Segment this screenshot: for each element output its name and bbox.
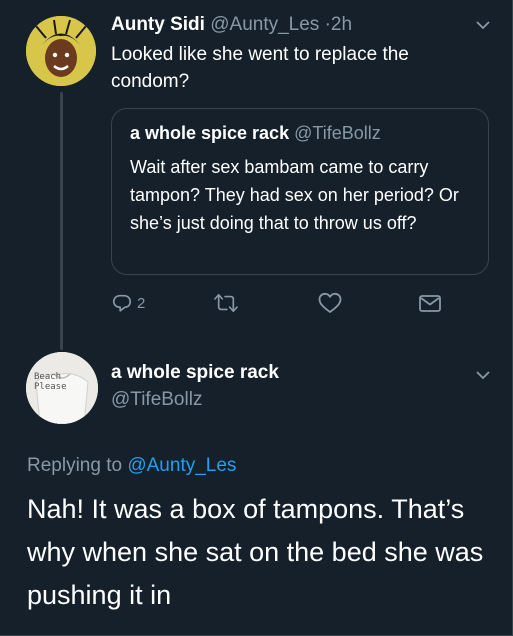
- replying-to-mention[interactable]: @Aunty_Les: [127, 455, 236, 476]
- quoted-header: a whole spice rack @TifeBollz: [130, 123, 381, 144]
- retweet-button[interactable]: [214, 292, 238, 314]
- timeline: Aunty Sidi @Aunty_Les ·2h Looked like sh…: [0, 0, 513, 636]
- quoted-author-handle: @TifeBollz: [294, 123, 381, 143]
- quoted-tweet[interactable]: a whole spice rack @TifeBollz Wait after…: [111, 108, 489, 275]
- replying-prefix: Replying to: [27, 455, 123, 476]
- chevron-down-icon[interactable]: [476, 21, 490, 33]
- tweet-time[interactable]: 2h: [331, 14, 352, 35]
- tweet-header: Aunty Sidi @Aunty_Les ·2h: [111, 14, 352, 36]
- like-button[interactable]: [318, 292, 342, 314]
- share-button[interactable]: [418, 292, 442, 314]
- avatar-shirt-text: Beach Please: [34, 372, 67, 392]
- author-name[interactable]: Aunty Sidi: [111, 14, 205, 35]
- reply-button[interactable]: 2: [111, 292, 145, 314]
- reply-author-name[interactable]: a whole spice rack: [111, 362, 279, 384]
- like-icon: [318, 292, 342, 313]
- avatar-spice-rack[interactable]: Beach Please: [26, 352, 98, 424]
- quoted-text: Wait after sex bambam came to carry tamp…: [130, 157, 459, 233]
- tweet-text: Looked like she went to replace the cond…: [111, 44, 409, 92]
- author-handle[interactable]: @Aunty_Les: [210, 14, 319, 35]
- reply-icon: [112, 294, 132, 312]
- avatar-image: [26, 16, 96, 86]
- retweet-icon: [214, 293, 238, 313]
- share-icon: [419, 295, 441, 312]
- avatar-aunty-sidi[interactable]: [26, 16, 96, 86]
- reply-author-handle[interactable]: @TifeBollz: [111, 389, 202, 411]
- chevron-down-icon[interactable]: [476, 371, 490, 383]
- reply-count: 2: [137, 294, 146, 312]
- thread-line: [60, 92, 63, 350]
- reply-text: Nah! It was a box of tampons. That’s why…: [27, 494, 484, 610]
- replying-to: Replying to @Aunty_Les: [27, 455, 236, 477]
- quoted-author-name: a whole spice rack: [130, 123, 290, 143]
